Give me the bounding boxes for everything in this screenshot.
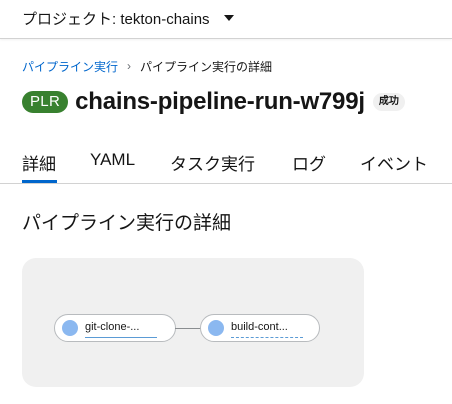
status-badge: 成功: [372, 93, 405, 111]
resource-type-badge: PLR: [22, 91, 69, 113]
task-node-build-container[interactable]: build-cont...: [200, 314, 320, 342]
task-node-git-clone[interactable]: git-clone-...: [54, 314, 176, 342]
section-title: パイプライン実行の詳細: [22, 213, 232, 234]
breadcrumb-link-pipeline-runs[interactable]: パイプライン実行: [22, 58, 118, 75]
chevron-right-icon: ›: [127, 59, 132, 73]
caret-down-icon: [223, 15, 234, 21]
task-progress-line: [231, 337, 303, 338]
tab-logs[interactable]: ログ: [292, 150, 326, 175]
tab-bar: 詳細 YAML タスク実行 ログ イベント: [0, 140, 452, 184]
tab-yaml[interactable]: YAML: [90, 150, 135, 170]
task-connector: [175, 328, 201, 329]
tab-details[interactable]: 詳細: [22, 150, 56, 175]
breadcrumb-current: パイプライン実行の詳細: [140, 59, 273, 74]
pipeline-topology: git-clone-... build-cont...: [22, 258, 364, 387]
page-title: chains-pipeline-run-w799j: [75, 88, 365, 115]
project-label: プロジェクト: tekton-chains: [22, 10, 210, 28]
active-tab-indicator: [22, 180, 57, 183]
tab-task-runs[interactable]: タスク実行: [170, 150, 255, 175]
task-progress-line: [85, 337, 157, 338]
task-status-icon: [62, 320, 78, 336]
task-label: git-clone-...: [85, 321, 140, 333]
breadcrumb: パイプライン実行 › パイプライン実行の詳細: [22, 58, 272, 74]
project-selector[interactable]: プロジェクト: tekton-chains: [22, 7, 234, 29]
tab-events[interactable]: イベント: [360, 150, 428, 175]
page-heading: PLR chains-pipeline-run-w799j 成功: [22, 86, 405, 118]
task-label: build-cont...: [231, 321, 288, 333]
project-bar: プロジェクト: tekton-chains: [0, 0, 452, 39]
task-status-icon: [208, 320, 224, 336]
